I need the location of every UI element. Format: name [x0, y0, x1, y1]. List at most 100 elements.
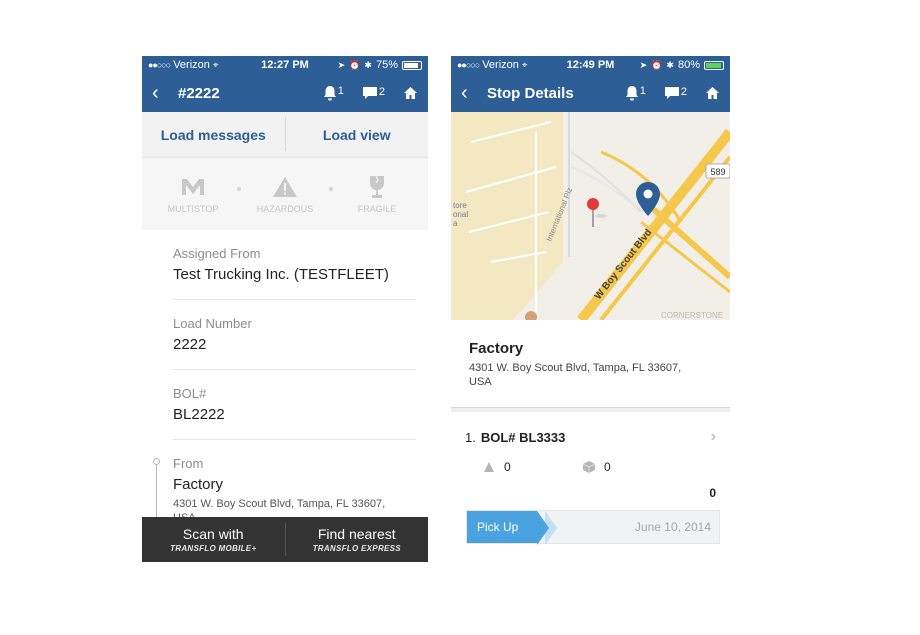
load-fields: Assigned From Test Trucking Inc. (TESTFL… — [142, 230, 428, 562]
load-tabs: Load messages Load view — [142, 112, 428, 158]
home-icon — [706, 87, 719, 99]
battery-percent: 75% — [375, 59, 398, 71]
transflo-mobile-logo: TRANSFLO MOBILE+ — [170, 544, 257, 553]
home-button[interactable] — [403, 86, 418, 100]
messages-button[interactable]: 2 — [362, 86, 385, 100]
from-address: 4301 W. Boy Scout Blvd, Tampa, FL 33607, — [173, 498, 386, 510]
stop-address-country: USA — [469, 376, 492, 388]
chat-icon — [362, 87, 377, 99]
box-icon — [583, 461, 595, 473]
alarm-icon: ⏰ — [651, 59, 663, 70]
fragile-badge: FRAGILE — [347, 175, 407, 214]
bottom-action-bar: Scan with TRANSFLO MOBILE+ Find nearest … — [142, 517, 428, 562]
stop-location-card: Factory 4301 W. Boy Scout Blvd, Tampa, F… — [451, 320, 730, 408]
scan-button[interactable]: Scan with TRANSFLO MOBILE+ — [142, 517, 285, 562]
map-district-label: CORNERSTONE — [661, 311, 723, 320]
pieces-count: 0 — [583, 460, 683, 474]
chat-icon — [664, 87, 679, 99]
hazard-icon — [273, 176, 297, 197]
map-store-label-2: onal — [453, 210, 468, 219]
multistop-icon — [182, 178, 204, 195]
battery-icon — [704, 60, 724, 70]
tab-load-messages[interactable]: Load messages — [142, 112, 285, 157]
multistop-badge: MULTISTOP — [163, 175, 223, 214]
bluetooth-icon: ✱ — [364, 59, 372, 70]
find-nearest-button[interactable]: Find nearest TRANSFLO EXPRESS — [286, 517, 429, 562]
load-attributes: MULTISTOP HAZARDOUS FRAGILE — [142, 158, 428, 230]
weight-value: 0 — [504, 460, 511, 474]
status-bar: ●●○○○ Verizon ⌖ 12:27 PM ➤ ⏰ ✱ 75% — [142, 56, 428, 74]
stop-name: Factory — [469, 340, 524, 357]
pickup-date: June 10, 2014 — [634, 520, 711, 534]
status-bar: ●●○○○ Verizon ⌖ 12:49 PM ➤ ⏰ ✱ 80% — [451, 56, 730, 74]
fragile-glass-icon — [369, 175, 385, 198]
alerts-button[interactable]: 1 — [625, 85, 646, 101]
hazardous-label: HAZARDOUS — [256, 203, 314, 214]
field-label: Assigned From — [173, 246, 261, 261]
fragile-label: FRAGILE — [357, 203, 397, 214]
home-button[interactable] — [705, 86, 720, 100]
nav-bar: ‹ #2222 1 2 — [142, 74, 428, 112]
field-label: Load Number — [173, 316, 252, 331]
multistop-label: MULTISTOP — [167, 203, 219, 214]
field-value: Test Trucking Inc. (TESTFLEET) — [173, 266, 389, 283]
load-detail-screen: ●●○○○ Verizon ⌖ 12:27 PM ➤ ⏰ ✱ 75% ‹ #22… — [142, 56, 428, 562]
field-value: BL2222 — [173, 406, 225, 423]
alarm-icon: ⏰ — [349, 59, 361, 70]
bol-list-item[interactable]: 1. BOL# BL3333 › 0 0 0 — [451, 412, 730, 516]
timeline-dot — [153, 458, 160, 465]
pickup-status-bar[interactable]: Pick Up June 10, 2014 — [466, 510, 720, 545]
location-icon: ➤ — [639, 59, 648, 70]
page-title: #2222 — [178, 84, 220, 102]
pieces-value: 0 — [604, 460, 611, 474]
total-value: 0 — [709, 486, 716, 500]
find-title: Find nearest — [317, 526, 396, 542]
tab-load-view[interactable]: Load view — [286, 112, 429, 157]
bell-icon — [625, 86, 638, 101]
load-number-field: Load Number 2222 — [173, 300, 416, 370]
home-icon — [404, 87, 417, 99]
from-label: From — [173, 456, 204, 471]
messages-count: 2 — [378, 86, 385, 98]
weight-count: 0 — [483, 460, 583, 474]
map-store-label-1: tore — [453, 201, 467, 210]
scan-title: Scan with — [182, 526, 244, 542]
messages-count: 2 — [680, 86, 687, 98]
bol-number: BOL# BL3333 — [480, 429, 566, 445]
back-button[interactable]: ‹ — [152, 82, 174, 105]
pickup-label: Pick Up — [467, 511, 557, 545]
bol-index: 1. — [465, 429, 476, 445]
map-canvas: 589 tore onal a International Plz W Boy … — [451, 112, 730, 320]
hazardous-badge: HAZARDOUS — [255, 175, 315, 214]
location-icon: ➤ — [337, 59, 346, 70]
alerts-count: 1 — [337, 85, 344, 97]
transflo-express-logo: TRANSFLO EXPRESS — [312, 544, 401, 553]
messages-button[interactable]: 2 — [664, 86, 687, 100]
bol-field: BOL# BL2222 — [173, 370, 416, 440]
battery-icon — [402, 60, 422, 70]
stop-map[interactable]: 589 tore onal a International Plz W Boy … — [451, 112, 730, 320]
from-stop[interactable]: From Factory 4301 W. Boy Scout Blvd, Tam… — [153, 440, 416, 562]
page-title: Stop Details — [487, 84, 574, 102]
stop-details-screen: ●●○○○ Verizon ⌖ 12:49 PM ➤ ⏰ ✱ 80% ‹ Sto… — [451, 56, 730, 562]
highway-shield-label: 589 — [710, 167, 725, 177]
map-store-label-3: a — [453, 219, 458, 228]
field-value: 2222 — [173, 336, 207, 353]
nav-bar: ‹ Stop Details 1 2 — [451, 74, 730, 112]
alerts-button[interactable]: 1 — [323, 85, 344, 101]
assigned-from-field: Assigned From Test Trucking Inc. (TESTFL… — [173, 230, 416, 300]
bell-icon — [323, 86, 336, 101]
bluetooth-icon: ✱ — [666, 59, 674, 70]
weight-icon — [484, 462, 494, 472]
alerts-count: 1 — [639, 85, 646, 97]
status-right: ➤ ⏰ ✱ 75% — [338, 59, 422, 71]
badge-separator — [237, 187, 241, 191]
badge-separator — [329, 187, 333, 191]
back-button[interactable]: ‹ — [461, 82, 483, 105]
field-label: BOL# — [173, 386, 207, 401]
from-name: Factory — [173, 476, 224, 493]
status-right: ➤ ⏰ ✱ 80% — [640, 59, 724, 71]
battery-percent: 80% — [677, 59, 700, 71]
stop-address: 4301 W. Boy Scout Blvd, Tampa, FL 33607, — [469, 362, 682, 374]
chevron-right-icon: › — [710, 428, 716, 445]
